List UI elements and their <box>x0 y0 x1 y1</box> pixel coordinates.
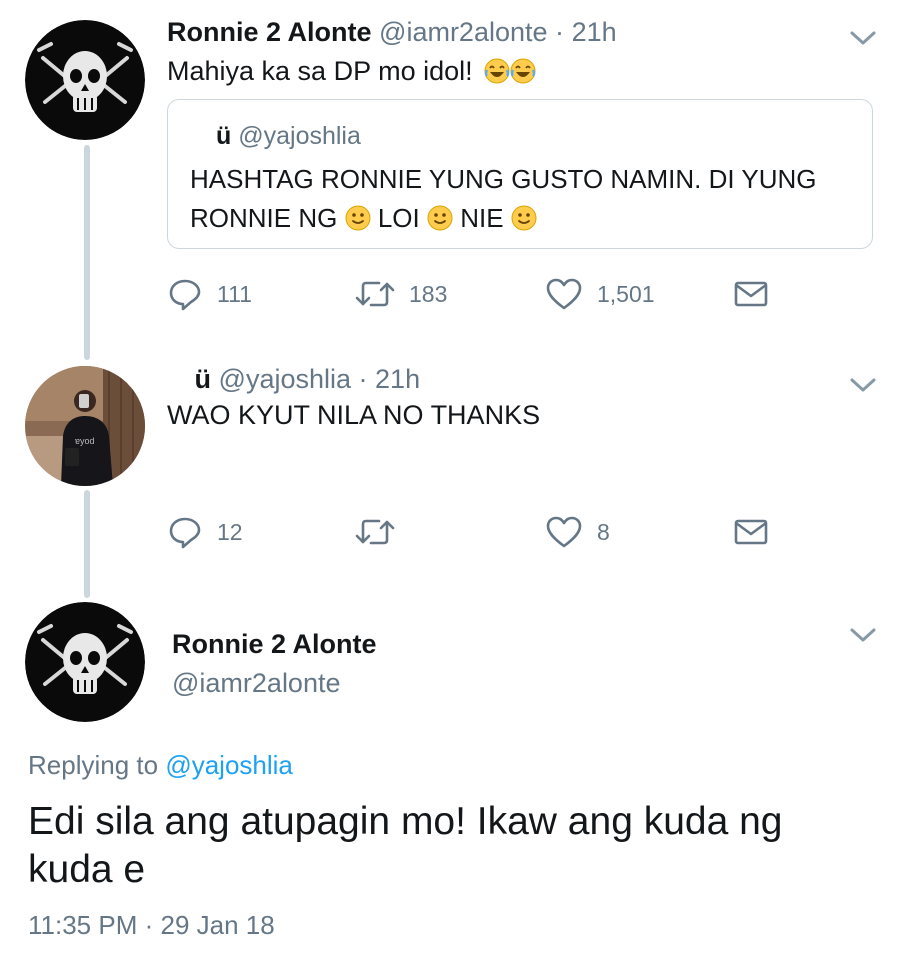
user-handle[interactable]: @yajoshlia <box>219 364 351 394</box>
quoted-tweet-text: HASHTAG RONNIE YUNG GUSTO NAMIN. DI YUNG… <box>190 160 870 238</box>
retweet-button[interactable] <box>355 512 409 552</box>
reply-icon <box>169 279 201 311</box>
chevron-down-icon[interactable] <box>848 27 878 49</box>
separator: · <box>144 910 154 940</box>
like-button[interactable]: 1,501 <box>545 274 655 314</box>
tweet-actions: 12 8 <box>167 512 787 552</box>
tears-of-joy-emoji <box>510 58 536 84</box>
thread-line <box>84 490 90 598</box>
chevron-down-icon[interactable] <box>848 374 878 396</box>
tweet-header: Ronnie 2 Alonte @iamr2alonte · 21h <box>167 19 617 46</box>
avatar[interactable] <box>25 20 145 140</box>
retweet-icon <box>355 519 395 545</box>
tweet-actions: 111 183 1,501 <box>167 274 787 314</box>
tears-of-joy-emoji <box>484 58 510 84</box>
reply-button[interactable]: 12 <box>167 512 243 552</box>
heart-icon <box>546 516 582 548</box>
tweet-text: Mahiya ka sa DP mo idol! <box>167 58 536 85</box>
quoted-text-part: LOI <box>377 203 420 233</box>
replying-handle-link[interactable]: @yajoshlia <box>165 750 293 780</box>
retweet-icon <box>355 281 395 307</box>
tweet-text: Edi sila ang atupagin mo! Ikaw ang kuda … <box>28 800 783 891</box>
tweet-text: WAO KYUT NILA NO THANKS <box>167 400 541 430</box>
like-count: 1,501 <box>597 280 655 307</box>
reply-count: 111 <box>217 280 252 307</box>
display-name[interactable]: Ronnie 2 Alonte <box>172 631 377 658</box>
replying-label: Replying to <box>28 750 159 780</box>
timestamp-time: 11:35 PM <box>28 910 138 940</box>
quoted-user-handle: @yajoshlia <box>238 122 361 150</box>
chevron-down-icon[interactable] <box>848 624 878 646</box>
slightly-smiling-face-emoji <box>511 205 537 231</box>
separator: · <box>358 364 368 394</box>
reply-icon <box>169 517 201 549</box>
quoted-text-part: NIE <box>460 203 504 233</box>
avatar[interactable] <box>25 602 145 722</box>
svg-text:ɐyod: ɐyod <box>75 436 95 446</box>
quoted-text-part: RONNIE NG <box>190 203 338 233</box>
thread-line <box>84 145 90 360</box>
quoted-text-line: HASHTAG RONNIE YUNG GUSTO NAMIN. DI YUNG <box>190 164 817 194</box>
dm-button[interactable] <box>733 512 769 552</box>
replying-to: Replying to @yajoshlia <box>28 750 293 781</box>
slightly-smiling-face-emoji <box>427 205 453 231</box>
reply-count: 12 <box>217 518 243 545</box>
tweet-text-content: Mahiya ka sa DP mo idol! <box>167 56 473 86</box>
quoted-text-line: RONNIE NG LOI NIE <box>190 199 870 238</box>
separator: · <box>555 17 565 47</box>
user-handle[interactable]: @iamr2alonte <box>172 670 341 697</box>
retweet-button[interactable]: 183 <box>355 274 447 314</box>
tweet-time[interactable]: 21h <box>375 364 420 394</box>
envelope-icon <box>734 281 768 307</box>
like-count: 8 <box>597 518 610 545</box>
tweet-header: ü @yajoshlia · 21h <box>167 364 421 394</box>
display-name[interactable]: ü <box>195 364 212 394</box>
slightly-smiling-face-emoji <box>345 205 371 231</box>
dm-button[interactable] <box>733 274 769 314</box>
user-handle[interactable]: @iamr2alonte <box>379 17 548 47</box>
quoted-display-name: ü <box>216 122 232 150</box>
tweet-timestamp[interactable]: 11:35 PM · 29 Jan 18 <box>28 910 275 941</box>
reply-button[interactable]: 111 <box>167 274 252 314</box>
quoted-tweet-header: ü @yajoshlia <box>216 122 361 151</box>
timestamp-date: 29 Jan 18 <box>160 910 275 940</box>
avatar[interactable]: ɐyod <box>25 366 145 486</box>
like-button[interactable]: 8 <box>545 512 610 552</box>
tweet-time[interactable]: 21h <box>572 17 617 47</box>
heart-icon <box>546 278 582 310</box>
quoted-tweet[interactable]: ü @yajoshlia HASHTAG RONNIE YUNG GUSTO N… <box>167 99 873 249</box>
envelope-icon <box>734 519 768 545</box>
display-name[interactable]: Ronnie 2 Alonte <box>167 17 372 47</box>
retweet-count: 183 <box>409 280 448 307</box>
